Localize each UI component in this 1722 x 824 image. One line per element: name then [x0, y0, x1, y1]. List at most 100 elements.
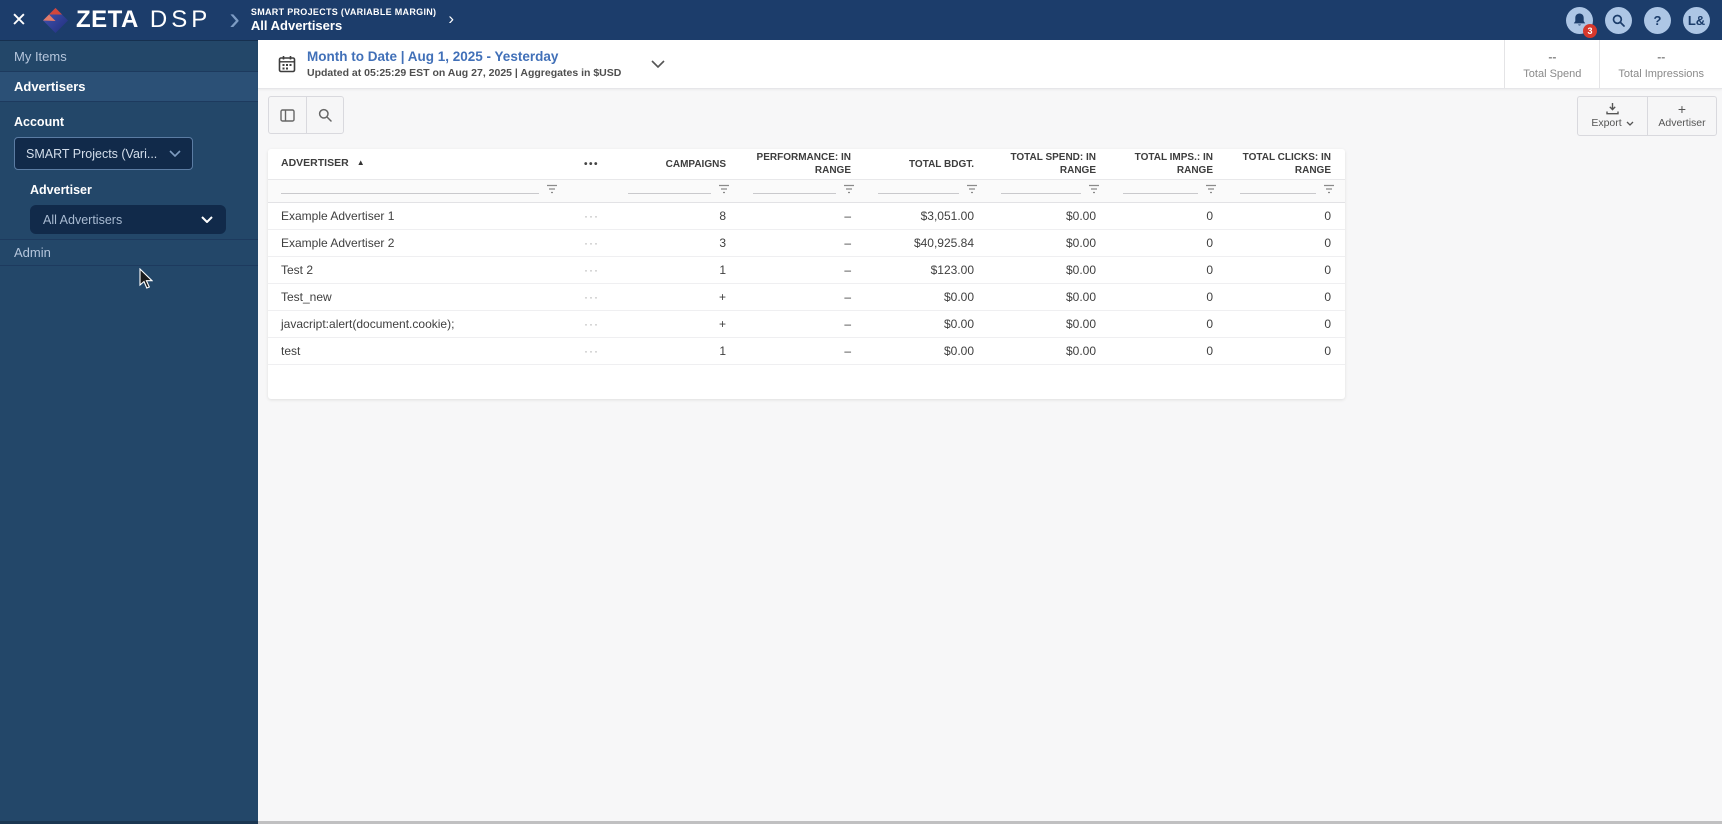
- search-icon: [1612, 14, 1625, 27]
- total-budget-cell: $0.00: [865, 337, 988, 365]
- column-header-total-budget[interactable]: TOTAL BDGT.: [865, 149, 988, 180]
- column-header-menu[interactable]: •••: [568, 149, 615, 180]
- campaigns-cell[interactable]: 3: [615, 229, 740, 257]
- sidebar-item-admin[interactable]: Admin: [0, 239, 258, 266]
- total-spend-cell: $0.00: [988, 202, 1110, 230]
- column-filter-input[interactable]: [628, 184, 711, 194]
- total-spend-cell: $0.00: [988, 229, 1110, 257]
- row-menu-icon[interactable]: ···: [568, 283, 615, 311]
- total-imps-cell: 0: [1110, 229, 1227, 257]
- stat-label: Total Spend: [1523, 68, 1582, 80]
- table-search-button[interactable]: [306, 97, 343, 133]
- filter-icon[interactable]: [966, 184, 978, 194]
- column-filter-input[interactable]: [1240, 184, 1316, 194]
- content-area: Export + Advertiser ADVERTISER ▲ ••• CAM…: [258, 89, 1722, 824]
- toolbar: Export + Advertiser: [268, 96, 1717, 136]
- filter-icon[interactable]: [843, 184, 855, 194]
- advertiser-name[interactable]: test: [268, 337, 568, 365]
- filter-icon[interactable]: [1088, 184, 1100, 194]
- zeta-logo[interactable]: ZETA DSP: [42, 6, 211, 34]
- table-row: javacript:alert(document.cookie); ··· + …: [268, 310, 1345, 338]
- row-menu-icon[interactable]: ···: [568, 337, 615, 365]
- column-header-total-imps[interactable]: TOTAL IMPS.: IN RANGE: [1110, 149, 1227, 180]
- total-budget-cell: $0.00: [865, 283, 988, 311]
- advertiser-name[interactable]: Example Advertiser 1: [268, 202, 568, 230]
- advertiser-name[interactable]: Test 2: [268, 256, 568, 284]
- global-search-button[interactable]: [1605, 6, 1632, 34]
- sidebar-item-advertisers[interactable]: Advertisers: [0, 72, 258, 102]
- column-header-performance[interactable]: PERFORMANCE: IN RANGE: [740, 149, 865, 180]
- row-menu-icon[interactable]: ···: [568, 310, 615, 338]
- row-menu-icon[interactable]: ···: [568, 256, 615, 284]
- account-select[interactable]: SMART Projects (Vari...: [14, 137, 193, 170]
- breadcrumb-account: SMART PROJECTS (VARIABLE MARGIN): [250, 6, 437, 17]
- chevron-down-icon: [169, 150, 181, 157]
- close-icon[interactable]: ✕: [0, 9, 38, 32]
- advertiser-name[interactable]: Example Advertiser 2: [268, 229, 568, 257]
- actions-group: Export + Advertiser: [1577, 96, 1717, 136]
- filter-icon[interactable]: [1323, 184, 1335, 194]
- main-area: Month to Date | Aug 1, 2025 - Yesterday …: [258, 40, 1722, 824]
- total-budget-cell: $0.00: [865, 310, 988, 338]
- stat-total-spend: -- Total Spend: [1504, 40, 1599, 88]
- filter-icon[interactable]: [546, 184, 558, 194]
- notifications-button[interactable]: 3: [1566, 6, 1597, 38]
- chevron-down-icon: [201, 216, 213, 223]
- performance-cell: –: [740, 337, 865, 365]
- total-spend-cell: $0.00: [988, 310, 1110, 338]
- account-label: Account: [14, 115, 64, 129]
- advertiser-name[interactable]: javacript:alert(document.cookie);: [268, 310, 568, 338]
- row-menu-icon[interactable]: ···: [568, 229, 615, 257]
- filter-icon[interactable]: [1205, 184, 1217, 194]
- breadcrumb-expand-icon[interactable]: ›: [448, 9, 454, 29]
- campaigns-cell[interactable]: 1: [615, 337, 740, 365]
- total-clicks-cell: 0: [1227, 202, 1345, 230]
- total-imps-cell: 0: [1110, 337, 1227, 365]
- help-button[interactable]: ?: [1644, 6, 1671, 34]
- breadcrumb[interactable]: SMART PROJECTS (VARIABLE MARGIN) All Adv…: [251, 7, 436, 33]
- column-filter-input[interactable]: [1001, 184, 1081, 194]
- chevron-down-icon[interactable]: [651, 60, 665, 68]
- column-filter-input[interactable]: [281, 184, 539, 194]
- avatar[interactable]: L&: [1683, 6, 1710, 34]
- advertiser-subsection: Advertiser All Advertisers: [30, 183, 244, 234]
- column-filter-input[interactable]: [753, 184, 836, 194]
- columns-button[interactable]: [269, 97, 306, 133]
- column-header-campaigns[interactable]: CAMPAIGNS: [615, 149, 740, 180]
- column-header-total-clicks[interactable]: TOTAL CLICKS: IN RANGE: [1227, 149, 1345, 180]
- plus-icon: +: [1677, 101, 1687, 117]
- campaigns-cell[interactable]: 1: [615, 256, 740, 284]
- advertiser-name[interactable]: Test_new: [268, 283, 568, 311]
- summary-stats: -- Total Spend -- Total Impressions: [1504, 40, 1722, 88]
- total-imps-cell: 0: [1110, 202, 1227, 230]
- sidebar-item-my-items[interactable]: My Items: [0, 41, 258, 72]
- total-clicks-cell: 0: [1227, 310, 1345, 338]
- topbar-left: ✕ ZETA DSP › SMART PROJECTS (VARIABLE MA…: [0, 0, 454, 40]
- column-header-total-spend[interactable]: TOTAL SPEND: IN RANGE: [988, 149, 1110, 180]
- performance-cell: –: [740, 256, 865, 284]
- total-budget-cell: $3,051.00: [865, 202, 988, 230]
- advertiser-select[interactable]: All Advertisers: [30, 205, 226, 234]
- campaigns-cell[interactable]: +: [615, 283, 740, 311]
- brand-suffix: DSP: [149, 6, 212, 33]
- filter-icon[interactable]: [718, 184, 730, 194]
- table-row: Test_new ··· + – $0.00 $0.00 0 0: [268, 283, 1345, 311]
- mouse-cursor: [139, 268, 153, 289]
- column-filter-input[interactable]: [1123, 184, 1198, 194]
- notifications-badge: 3: [1583, 23, 1597, 38]
- date-range-picker[interactable]: Month to Date | Aug 1, 2025 - Yesterday …: [258, 40, 665, 88]
- campaigns-cell[interactable]: +: [615, 310, 740, 338]
- total-clicks-cell: 0: [1227, 283, 1345, 311]
- total-budget-cell: $123.00: [865, 256, 988, 284]
- campaigns-cell[interactable]: 8: [615, 202, 740, 230]
- help-icon: ?: [1653, 12, 1662, 28]
- column-filter-input[interactable]: [878, 184, 959, 194]
- topbar: ✕ ZETA DSP › SMART PROJECTS (VARIABLE MA…: [0, 0, 1722, 40]
- export-button[interactable]: Export: [1578, 97, 1647, 135]
- table-row: Test 2 ··· 1 – $123.00 $0.00 0 0: [268, 256, 1345, 284]
- chevron-down-icon: [1626, 121, 1634, 126]
- sidebar-item-label: Advertisers: [14, 79, 86, 94]
- add-advertiser-button[interactable]: + Advertiser: [1647, 97, 1716, 135]
- column-header-advertiser[interactable]: ADVERTISER ▲: [268, 149, 568, 180]
- row-menu-icon[interactable]: ···: [568, 202, 615, 230]
